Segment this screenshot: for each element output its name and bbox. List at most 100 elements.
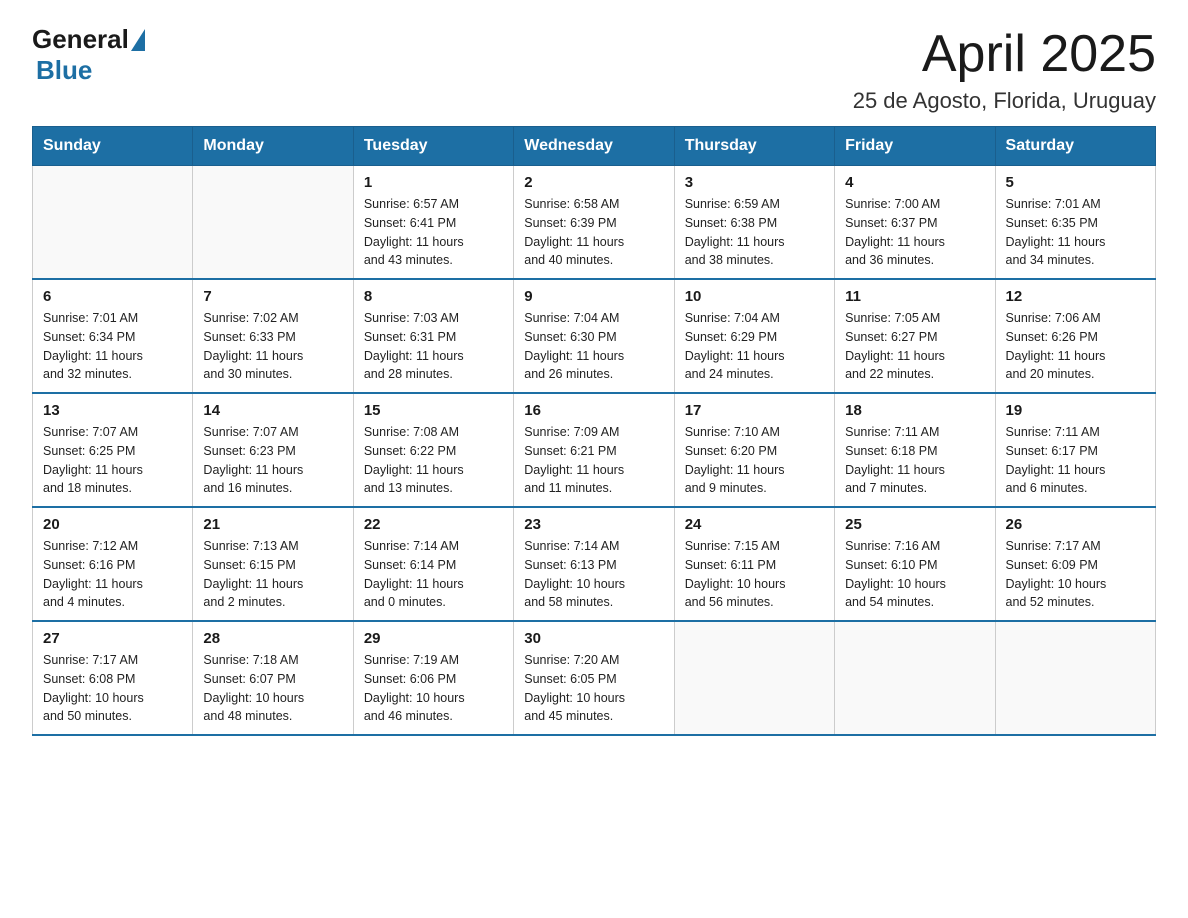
calendar-cell: 29Sunrise: 7:19 AM Sunset: 6:06 PM Dayli… [353, 621, 513, 735]
day-number: 2 [524, 174, 663, 191]
calendar-header-row: SundayMondayTuesdayWednesdayThursdayFrid… [33, 127, 1156, 166]
day-number: 19 [1006, 402, 1145, 419]
calendar-weekday-monday: Monday [193, 127, 353, 166]
calendar-cell: 1Sunrise: 6:57 AM Sunset: 6:41 PM Daylig… [353, 166, 513, 280]
location-subtitle: 25 de Agosto, Florida, Uruguay [853, 88, 1156, 114]
calendar-weekday-saturday: Saturday [995, 127, 1155, 166]
day-info: Sunrise: 7:17 AM Sunset: 6:09 PM Dayligh… [1006, 537, 1145, 612]
calendar-cell: 10 Sunrise: 7:04 AM Sunset: 6:29 PM Dayli… [674, 279, 834, 393]
day-info: Sunrise: 7:08 AM Sunset: 6:22 PM Dayligh… [364, 423, 503, 498]
page-header: General Blue April 2025 25 de Agosto, Fl… [32, 24, 1156, 114]
calendar-cell: 9 Sunrise: 7:04 AM Sunset: 6:30 PM Daylig… [514, 279, 674, 393]
day-number: 13 [43, 402, 182, 419]
month-title: April 2025 [853, 24, 1156, 84]
calendar-cell: 6 Sunrise: 7:01 AM Sunset: 6:34 PM Daylig… [33, 279, 193, 393]
calendar-table: SundayMondayTuesdayWednesdayThursdayFrid… [32, 126, 1156, 736]
day-number: 16 [524, 402, 663, 419]
day-info: Sunrise: 6:58 AM Sunset: 6:39 PM Dayligh… [524, 195, 663, 270]
calendar-week-row: 6 Sunrise: 7:01 AM Sunset: 6:34 PM Daylig… [33, 279, 1156, 393]
day-number: 12 [1006, 288, 1145, 305]
day-number: 7 [203, 288, 342, 305]
day-info: Sunrise: 6:59 AM Sunset: 6:38 PM Dayligh… [685, 195, 824, 270]
day-info: Sunrise: 7:13 AM Sunset: 6:15 PM Dayligh… [203, 537, 342, 612]
calendar-cell [674, 621, 834, 735]
day-number: 21 [203, 516, 342, 533]
day-number: 17 [685, 402, 824, 419]
day-number: 14 [203, 402, 342, 419]
calendar-weekday-thursday: Thursday [674, 127, 834, 166]
calendar-cell: 23Sunrise: 7:14 AM Sunset: 6:13 PM Dayli… [514, 507, 674, 621]
calendar-cell [33, 166, 193, 280]
calendar-cell: 25 Sunrise: 7:16 AM Sunset: 6:10 PM Dayli… [835, 507, 995, 621]
day-info: Sunrise: 7:16 AM Sunset: 6:10 PM Dayligh… [845, 537, 984, 612]
day-number: 24 [685, 516, 824, 533]
logo-triangle-icon [131, 29, 145, 51]
day-number: 6 [43, 288, 182, 305]
calendar-weekday-tuesday: Tuesday [353, 127, 513, 166]
day-number: 5 [1006, 174, 1145, 191]
calendar-cell: 11Sunrise: 7:05 AM Sunset: 6:27 PM Dayli… [835, 279, 995, 393]
calendar-cell: 17 Sunrise: 7:10 AM Sunset: 6:20 PM Dayli… [674, 393, 834, 507]
calendar-cell: 3 Sunrise: 6:59 AM Sunset: 6:38 PM Daylig… [674, 166, 834, 280]
calendar-weekday-wednesday: Wednesday [514, 127, 674, 166]
day-info: Sunrise: 7:03 AM Sunset: 6:31 PM Dayligh… [364, 309, 503, 384]
calendar-cell: 20 Sunrise: 7:12 AM Sunset: 6:16 PM Dayli… [33, 507, 193, 621]
calendar-cell: 19Sunrise: 7:11 AM Sunset: 6:17 PM Dayli… [995, 393, 1155, 507]
logo-general-text: General [32, 24, 129, 55]
calendar-cell: 18 Sunrise: 7:11 AM Sunset: 6:18 PM Dayli… [835, 393, 995, 507]
calendar-cell: 12 Sunrise: 7:06 AM Sunset: 6:26 PM Dayli… [995, 279, 1155, 393]
day-number: 10 [685, 288, 824, 305]
calendar-cell: 2 Sunrise: 6:58 AM Sunset: 6:39 PM Daylig… [514, 166, 674, 280]
day-number: 18 [845, 402, 984, 419]
day-number: 3 [685, 174, 824, 191]
day-info: Sunrise: 7:04 AM Sunset: 6:29 PM Dayligh… [685, 309, 824, 384]
title-block: April 2025 25 de Agosto, Florida, Urugua… [853, 24, 1156, 114]
day-info: Sunrise: 7:18 AM Sunset: 6:07 PM Dayligh… [203, 651, 342, 726]
calendar-weekday-friday: Friday [835, 127, 995, 166]
day-info: Sunrise: 7:01 AM Sunset: 6:34 PM Dayligh… [43, 309, 182, 384]
day-info: Sunrise: 7:06 AM Sunset: 6:26 PM Dayligh… [1006, 309, 1145, 384]
calendar-cell: 13 Sunrise: 7:07 AM Sunset: 6:25 PM Dayli… [33, 393, 193, 507]
calendar-cell: 22 Sunrise: 7:14 AM Sunset: 6:14 PM Dayli… [353, 507, 513, 621]
calendar-week-row: 20 Sunrise: 7:12 AM Sunset: 6:16 PM Dayli… [33, 507, 1156, 621]
day-number: 9 [524, 288, 663, 305]
day-number: 22 [364, 516, 503, 533]
day-number: 25 [845, 516, 984, 533]
calendar-week-row: 13 Sunrise: 7:07 AM Sunset: 6:25 PM Dayli… [33, 393, 1156, 507]
day-info: Sunrise: 7:12 AM Sunset: 6:16 PM Dayligh… [43, 537, 182, 612]
logo: General Blue [32, 24, 147, 86]
calendar-cell: 26 Sunrise: 7:17 AM Sunset: 6:09 PM Dayli… [995, 507, 1155, 621]
day-number: 4 [845, 174, 984, 191]
calendar-week-row: 1Sunrise: 6:57 AM Sunset: 6:41 PM Daylig… [33, 166, 1156, 280]
day-number: 27 [43, 630, 182, 647]
day-info: Sunrise: 7:04 AM Sunset: 6:30 PM Dayligh… [524, 309, 663, 384]
day-number: 8 [364, 288, 503, 305]
day-number: 1 [364, 174, 503, 191]
day-info: Sunrise: 7:10 AM Sunset: 6:20 PM Dayligh… [685, 423, 824, 498]
day-number: 26 [1006, 516, 1145, 533]
calendar-cell: 4 Sunrise: 7:00 AM Sunset: 6:37 PM Daylig… [835, 166, 995, 280]
calendar-cell: 14 Sunrise: 7:07 AM Sunset: 6:23 PM Dayli… [193, 393, 353, 507]
day-info: Sunrise: 7:15 AM Sunset: 6:11 PM Dayligh… [685, 537, 824, 612]
calendar-cell [835, 621, 995, 735]
day-info: Sunrise: 7:11 AM Sunset: 6:18 PM Dayligh… [845, 423, 984, 498]
calendar-cell [193, 166, 353, 280]
calendar-cell: 27 Sunrise: 7:17 AM Sunset: 6:08 PM Dayli… [33, 621, 193, 735]
calendar-weekday-sunday: Sunday [33, 127, 193, 166]
calendar-week-row: 27 Sunrise: 7:17 AM Sunset: 6:08 PM Dayli… [33, 621, 1156, 735]
day-info: Sunrise: 7:17 AM Sunset: 6:08 PM Dayligh… [43, 651, 182, 726]
day-number: 15 [364, 402, 503, 419]
day-info: Sunrise: 7:14 AM Sunset: 6:14 PM Dayligh… [364, 537, 503, 612]
calendar-cell: 5Sunrise: 7:01 AM Sunset: 6:35 PM Daylig… [995, 166, 1155, 280]
day-number: 20 [43, 516, 182, 533]
day-number: 11 [845, 288, 984, 305]
logo-blue-text: Blue [36, 55, 92, 85]
day-info: Sunrise: 7:07 AM Sunset: 6:23 PM Dayligh… [203, 423, 342, 498]
calendar-cell: 15 Sunrise: 7:08 AM Sunset: 6:22 PM Dayli… [353, 393, 513, 507]
day-info: Sunrise: 7:07 AM Sunset: 6:25 PM Dayligh… [43, 423, 182, 498]
day-info: Sunrise: 7:00 AM Sunset: 6:37 PM Dayligh… [845, 195, 984, 270]
calendar-cell: 7Sunrise: 7:02 AM Sunset: 6:33 PM Daylig… [193, 279, 353, 393]
day-info: Sunrise: 7:14 AM Sunset: 6:13 PM Dayligh… [524, 537, 663, 612]
calendar-cell: 16Sunrise: 7:09 AM Sunset: 6:21 PM Dayli… [514, 393, 674, 507]
calendar-cell: 8 Sunrise: 7:03 AM Sunset: 6:31 PM Daylig… [353, 279, 513, 393]
